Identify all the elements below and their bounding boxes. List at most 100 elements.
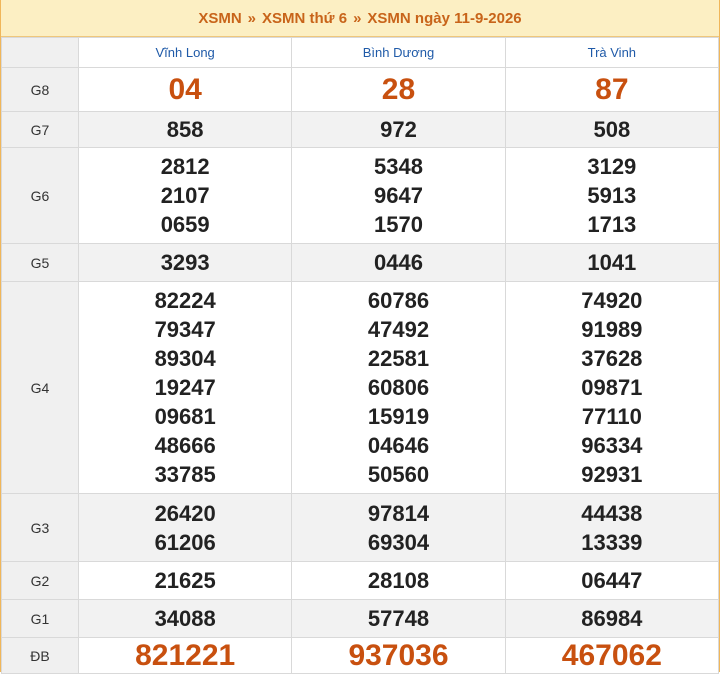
prize-number: 09871	[581, 375, 643, 400]
prize-number: 0659	[160, 212, 210, 237]
prize-number: 91989	[581, 317, 643, 342]
prize-cell: 28108	[291, 561, 506, 600]
prize-cell: 28	[291, 67, 506, 112]
prize-number: 48666	[154, 433, 216, 458]
prize-number: 0446	[374, 250, 423, 275]
prize-row: G5 3293 0446 1041	[1, 243, 720, 282]
results-table: Vĩnh Long Bình Dương Trà Vinh G8 04 28 87 G7…	[1, 37, 720, 674]
prize-number: 06447	[581, 568, 643, 593]
prize-number: 04646	[367, 433, 430, 458]
prize-number: 77110	[581, 404, 642, 429]
prize-number: 92931	[581, 462, 643, 487]
prize-number: 44438	[581, 500, 643, 526]
prize-cell: 97814 69304	[291, 493, 506, 562]
prize-number: 28108	[367, 568, 430, 593]
prize-number: 5348	[374, 154, 423, 179]
prize-row: G8 04 28 87	[1, 67, 720, 112]
province-heading[interactable]: Vĩnh Long	[77, 37, 293, 68]
prize-number: 69304	[367, 529, 430, 555]
prize-cell: 86984	[504, 599, 720, 638]
prize-cell: 972	[291, 111, 506, 148]
results-panel: XSMN » XSMN thứ 6 » XSMN ngày 11-9-2026 …	[0, 0, 720, 674]
prize-cell: 44438 13339	[504, 493, 720, 562]
prize-cell: 2812 2107 0659	[77, 147, 293, 244]
prize-cell: 508	[504, 111, 720, 148]
prize-number: 15919	[367, 404, 430, 429]
prize-cell: 5348 9647 1570	[291, 147, 506, 244]
prize-number: 858	[166, 117, 204, 142]
breadcrumb-xsmn-link[interactable]: XSMN	[198, 10, 241, 27]
prize-number: 96334	[581, 433, 643, 458]
breadcrumb-date-link[interactable]: XSMN ngày 11-9-2026	[367, 10, 521, 27]
prize-row: G1 34088 57748 86984	[1, 599, 720, 638]
prize-number: 2812	[160, 154, 210, 179]
prize-number: 28	[381, 73, 416, 106]
prize-label: G7	[1, 111, 79, 148]
prize-cell: 3129 5913 1713	[504, 147, 720, 244]
prize-number: 87	[595, 73, 629, 106]
prize-row: G3 26420 61206 97814 69304 44438 13339	[1, 493, 720, 562]
prize-cell: 26420 61206	[77, 493, 293, 562]
prize-label: G5	[1, 243, 79, 282]
breadcrumb: XSMN » XSMN thứ 6 » XSMN ngày 11-9-2026	[1, 0, 719, 37]
prize-number: 57748	[367, 606, 430, 631]
prize-label: G4	[1, 281, 79, 494]
prize-label: ĐB	[1, 637, 79, 674]
prize-cell: 467062	[504, 637, 720, 674]
prize-number: 13339	[581, 529, 643, 555]
prize-number: 22581	[367, 346, 430, 371]
province-heading[interactable]: Bình Dương	[291, 37, 506, 68]
breadcrumb-separator: »	[353, 9, 362, 27]
prize-row: G6 2812 2107 0659 5348 9647 1570 3129 5913 1713	[1, 147, 720, 244]
prize-cell: 74920 91989 37628 09871 77110 96334 92931	[504, 281, 720, 494]
prize-number: 1041	[587, 250, 637, 275]
prize-label: G8	[1, 67, 79, 112]
province-header-row: Vĩnh Long Bình Dương Trà Vinh	[1, 37, 720, 68]
prize-number: 21625	[154, 568, 216, 593]
prize-number: 2107	[160, 183, 210, 208]
prize-number: 26420	[154, 500, 216, 526]
prize-row: G2 21625 28108 06447	[1, 561, 720, 600]
prize-number: 60806	[367, 375, 430, 400]
prize-cell: 821221	[77, 637, 293, 674]
prize-number: 1713	[587, 212, 637, 237]
corner-cell	[1, 37, 79, 68]
prize-number: 60786	[367, 288, 430, 313]
breadcrumb-weekday-link[interactable]: XSMN thứ 6	[262, 10, 347, 27]
prize-cell: 87	[504, 67, 720, 112]
prize-cell: 06447	[504, 561, 720, 600]
prize-number: 1570	[374, 212, 423, 237]
prize-cell: 1041	[504, 243, 720, 282]
prize-number: 972	[380, 117, 417, 142]
prize-number: 61206	[154, 529, 216, 555]
prize-number: 86984	[581, 606, 643, 631]
breadcrumb-separator: »	[247, 9, 257, 27]
prize-cell: 0446	[291, 243, 506, 282]
prize-row: G7 858 972 508	[1, 111, 720, 148]
prize-label: G1	[1, 599, 79, 638]
prize-row: ĐB 821221 937036 467062	[1, 637, 720, 674]
prize-cell: 21625	[77, 561, 293, 600]
prize-number: 89304	[154, 346, 216, 371]
prize-number: 9647	[374, 183, 423, 208]
prize-cell: 82224 79347 89304 19247 09681 48666 33785	[77, 281, 293, 494]
prize-cell: 937036	[291, 637, 506, 674]
prize-number: 821221	[135, 639, 236, 672]
province-heading[interactable]: Trà Vinh	[504, 37, 720, 68]
prize-label: G3	[1, 493, 79, 562]
prize-number: 34088	[154, 606, 216, 631]
prize-row: G4 82224 79347 89304 19247 09681 48666 33785 607…	[1, 281, 720, 494]
prize-number: 04	[168, 73, 202, 106]
prize-cell: 57748	[291, 599, 506, 638]
prize-number: 47492	[367, 317, 430, 342]
prize-number: 3129	[587, 154, 637, 179]
prize-cell: 3293	[77, 243, 293, 282]
prize-cell: 04	[77, 67, 293, 112]
prize-label: G2	[1, 561, 79, 600]
prize-number: 467062	[561, 639, 662, 672]
prize-label: G6	[1, 147, 79, 244]
prize-number: 508	[593, 117, 631, 142]
prize-number: 37628	[581, 346, 643, 371]
prize-number: 97814	[367, 500, 430, 526]
prize-number: 5913	[587, 183, 637, 208]
